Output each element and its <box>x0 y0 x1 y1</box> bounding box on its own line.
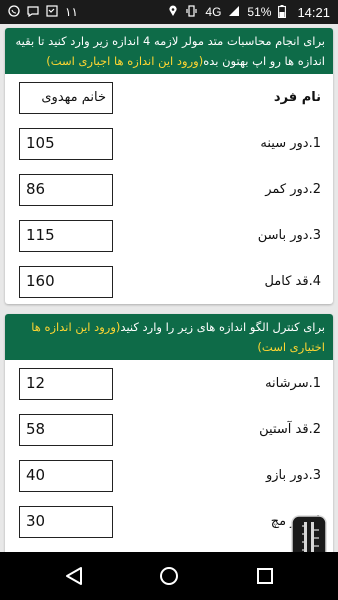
optional-measurements-card: برای کنترل الگو اندازه های زیر را وارد ک… <box>5 314 333 552</box>
optional-card-header: برای کنترل الگو اندازه های زیر را وارد ک… <box>5 314 333 360</box>
recent-apps-button[interactable] <box>235 552 295 600</box>
optional-header-text: برای کنترل الگو اندازه های زیر را وارد ک… <box>120 320 325 334</box>
hip-field[interactable]: 115 <box>19 220 113 252</box>
network-type: 4G <box>205 5 222 19</box>
height-row: 160 4.قد کامل <box>5 266 333 302</box>
person-name-label: نام فرد <box>273 90 321 105</box>
home-button[interactable] <box>139 552 199 600</box>
home-circle-icon <box>160 567 178 585</box>
sleeve-row: 58 2.قد آستین <box>5 414 333 450</box>
location-icon <box>168 5 178 19</box>
waist-row: 86 2.دور کمر <box>5 174 333 210</box>
mandatory-card-header: برای انجام محاسبات متد مولر لازمه 4 اندا… <box>5 28 333 74</box>
height-field[interactable]: 160 <box>19 266 113 298</box>
waist-field[interactable]: 86 <box>19 174 113 206</box>
gallery-icon <box>46 5 58 19</box>
wrist-row: 30 4.دور مچ <box>5 506 333 542</box>
arm-circumference-field[interactable]: 40 <box>19 460 113 492</box>
shoulder-row: 12 1.سرشانه <box>5 368 333 404</box>
arm-circumference-label: 3.دور بازو <box>265 468 321 483</box>
vibrate-icon <box>185 5 198 19</box>
status-bar-left: ١١ <box>8 5 78 19</box>
whatsapp-icon <box>8 5 20 19</box>
recent-square-icon <box>257 568 273 584</box>
sleeve-length-field[interactable]: 58 <box>19 414 113 446</box>
arm-row: 40 3.دور بازو <box>5 460 333 496</box>
person-name-field[interactable]: خانم مهدوی <box>19 82 113 114</box>
status-bar: ١١ 4G 51% 14:21 <box>0 0 338 24</box>
sleeve-length-label: 2.قد آستین <box>259 422 321 437</box>
mandatory-measurements-card: برای انجام محاسبات متد مولر لازمه 4 اندا… <box>5 28 333 304</box>
name-row: خانم مهدوی نام فرد <box>5 82 333 118</box>
hip-row: 115 3.دور باسن <box>5 220 333 256</box>
wrist-field[interactable]: 30 <box>19 506 113 538</box>
bust-field[interactable]: 105 <box>19 128 113 160</box>
shoulder-label: 1.سرشانه <box>265 376 321 391</box>
battery-icon <box>278 4 287 20</box>
bust-row: 105 1.دور سینه <box>5 128 333 164</box>
signal-icon <box>228 5 240 19</box>
back-button[interactable] <box>44 552 104 600</box>
notification-count-icon: ١١ <box>65 5 78 19</box>
height-label: 4.قد کامل <box>264 274 321 289</box>
bust-label: 1.دور سینه <box>260 136 321 151</box>
mandatory-header-note: (ورود این اندازه ها اجباری است) <box>46 54 204 68</box>
hip-label: 3.دور باسن <box>257 228 321 243</box>
back-triangle-icon <box>66 567 82 585</box>
battery-percent: 51% <box>247 5 272 19</box>
status-bar-right: 4G 51% 14:21 <box>168 4 330 20</box>
navigation-bar <box>0 552 338 600</box>
shoulder-field[interactable]: 12 <box>19 368 113 400</box>
waist-label: 2.دور کمر <box>265 182 321 197</box>
chat-icon <box>27 5 39 19</box>
clock: 14:21 <box>297 4 330 20</box>
scroll-content[interactable]: برای انجام محاسبات متد مولر لازمه 4 اندا… <box>0 24 338 552</box>
